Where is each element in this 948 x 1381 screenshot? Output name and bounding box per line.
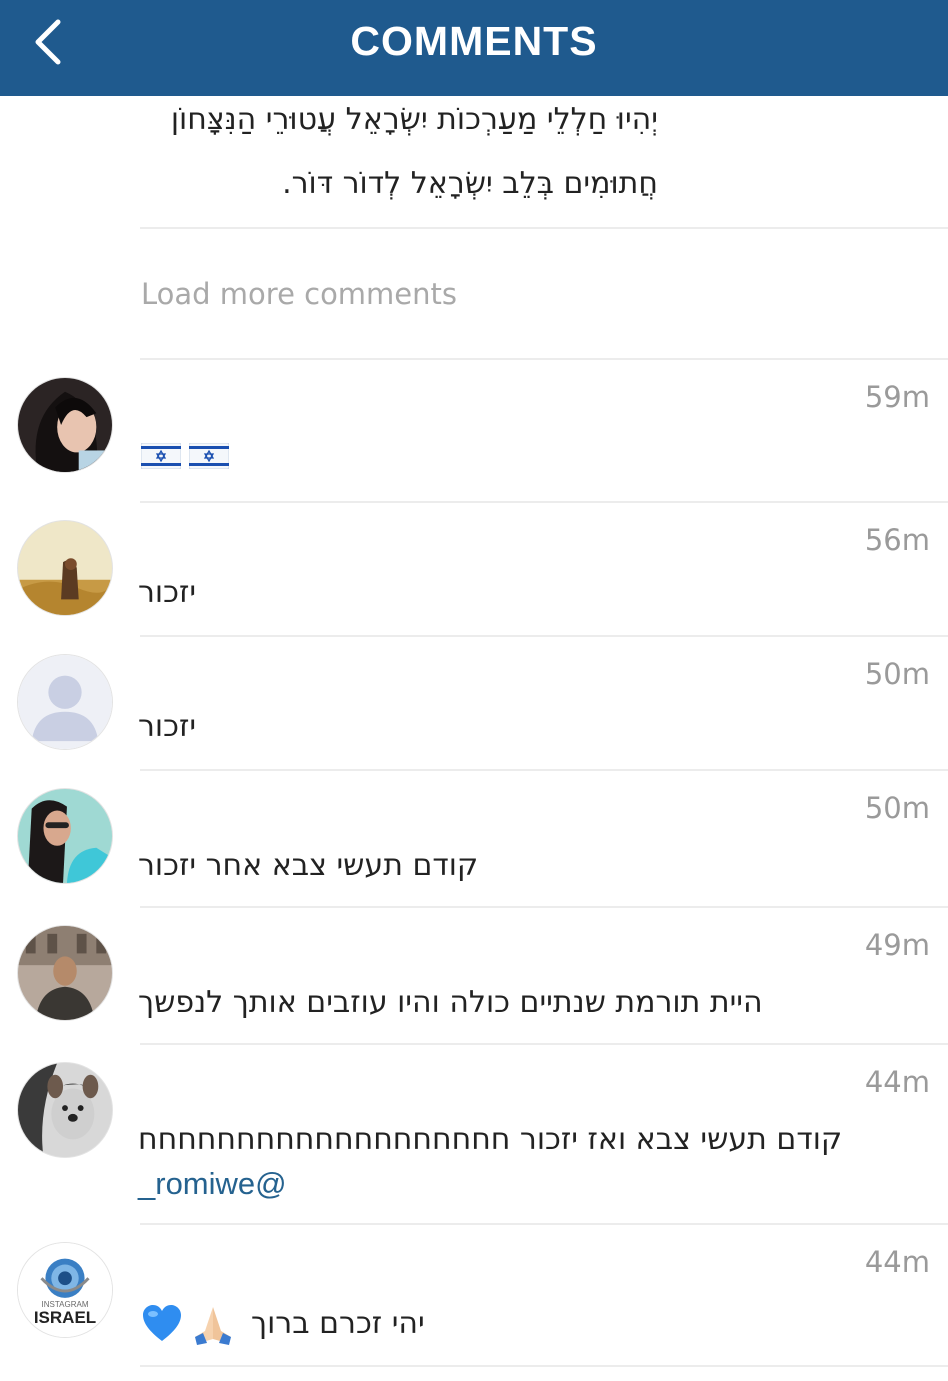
page-title: COMMENTS [350, 18, 598, 64]
comment-row: 50m קודם תעשי צבא אחר יזכור [0, 771, 948, 906]
avatar-badge-line2: ISRAEL [33, 1308, 97, 1327]
comment-row: 49m היית תורמת שנתיים כולה והיו עוזבים א… [0, 908, 948, 1043]
comment-row: 59m [0, 360, 948, 501]
comment-text: יזכור [138, 575, 197, 610]
praying-hands-icon [195, 1307, 231, 1345]
comment-text: קודם תעשי צבא ואז יזכור חחחחחחחחחחחחחחחח… [138, 1122, 843, 1157]
default-user-icon [18, 655, 112, 749]
profile-photo-icon [18, 789, 112, 883]
avatar[interactable] [17, 1062, 113, 1158]
header-bar: COMMENTS [0, 0, 948, 96]
user-mention-link[interactable]: _romiwe@ [138, 1166, 287, 1202]
profile-photo-icon [18, 926, 112, 1020]
israel-flag-icon [189, 443, 229, 469]
avatar[interactable] [17, 788, 113, 884]
comment-timestamp: 56m [864, 523, 930, 557]
comment-text-body: יהי זכרם ברוך [251, 1305, 425, 1341]
comment-timestamp: 50m [864, 791, 930, 825]
blue-heart-icon [143, 1305, 181, 1341]
avatar[interactable] [17, 654, 113, 750]
profile-photo-icon [18, 1063, 112, 1157]
avatar[interactable] [17, 377, 113, 473]
israel-flag-icon [141, 443, 181, 469]
load-more-comments-button[interactable]: Load more comments [141, 277, 457, 311]
avatar[interactable]: INSTAGRAM ISRAEL [17, 1242, 113, 1338]
comment-text: היית תורמת שנתיים כולה והיו עוזבים אותך … [138, 985, 763, 1020]
comment-text: יזכור [138, 709, 197, 744]
comment-text: קודם תעשי צבא אחר יזכור [138, 848, 479, 883]
caption-line-2: חֲתוּמִים בְּלֵב יִשְׂרָאֵל לְדוֹר דּוֹר… [282, 166, 658, 201]
avatar[interactable] [17, 925, 113, 1021]
comment-row: 44m קודם תעשי צבא ואז יזכור חחחחחחחחחחחח… [0, 1045, 948, 1223]
comment-timestamp: 59m [864, 380, 930, 414]
avatar[interactable] [17, 520, 113, 616]
comment-row: INSTAGRAM ISRAEL 44m יהי זכרם ברוך [0, 1225, 948, 1365]
profile-photo-icon [18, 521, 112, 615]
comment-row: 56m יזכור [0, 503, 948, 635]
comment-timestamp: 44m [864, 1245, 930, 1279]
profile-photo-icon [18, 378, 112, 472]
comment-text: יהי זכרם ברוך [141, 1301, 425, 1345]
caption-line-1: יְהִיוּ חַלְלֵי מַעַרְכוֹת יִשְׂרָאֵל עֲ… [170, 102, 658, 137]
comment-text [141, 443, 229, 469]
divider [140, 227, 948, 229]
comment-timestamp: 49m [864, 928, 930, 962]
comment-timestamp: 44m [864, 1065, 930, 1099]
comment-row: 50m יזכור [0, 637, 948, 769]
divider [140, 1365, 948, 1367]
comment-timestamp: 50m [864, 657, 930, 691]
